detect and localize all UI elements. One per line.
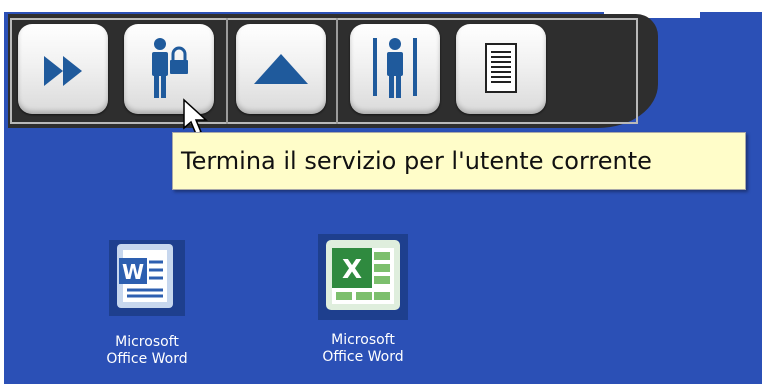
word-icon: W <box>109 240 185 316</box>
desktop-icon-label-line1: Microsoft <box>115 334 179 350</box>
user-pillar-icon <box>373 38 417 98</box>
desktop-icon-excel[interactable]: X Microsoft Office Word <box>298 234 428 366</box>
eject-button[interactable] <box>236 24 326 114</box>
fast-forward-button[interactable] <box>18 24 108 114</box>
desktop-icon-word[interactable]: W Microsoft Office Word <box>82 240 212 368</box>
tooltip-text: Termina il servizio per l'utente corrent… <box>181 147 652 175</box>
desktop-icon-label-line2: Office Word <box>322 349 404 365</box>
document-button[interactable] <box>456 24 546 114</box>
user-switch-button[interactable] <box>350 24 440 114</box>
desktop: Termina il servizio per l'utente corrent… <box>4 4 762 384</box>
toolbar-separator <box>336 18 338 124</box>
toolbar-separator <box>226 18 228 124</box>
svg-text:W: W <box>122 260 144 284</box>
svg-text:X: X <box>342 255 362 285</box>
tooltip: Termina il servizio per l'utente corrent… <box>172 132 746 190</box>
desktop-icon-label-line1: Microsoft <box>331 332 395 348</box>
eject-icon <box>254 54 308 84</box>
document-lines-icon <box>485 43 517 93</box>
fast-forward-icon <box>44 56 82 86</box>
desktop-icon-label-line2: Office Word <box>106 351 188 367</box>
excel-icon: X <box>318 234 408 320</box>
